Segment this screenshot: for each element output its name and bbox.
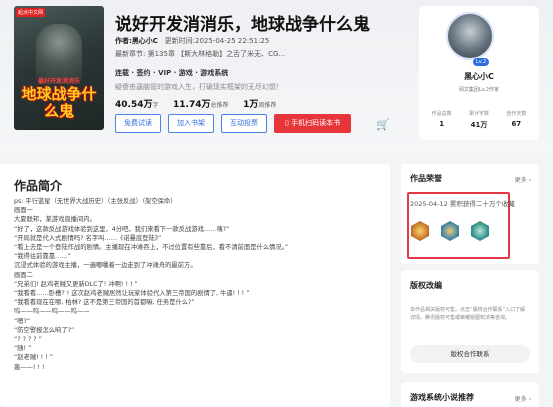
honor-medals <box>411 221 489 241</box>
medal-icon[interactable] <box>471 221 489 241</box>
honor-panel: 作品荣誉 更多 › 2025-04-12 累积获得二十万个收藏 <box>401 164 539 264</box>
recommend-title: 游戏系统小说推荐 <box>410 393 474 402</box>
book-tagline: 疑傻丧逼脑管的游戏入生，打破现实框架的无尽幻想！ <box>115 83 283 91</box>
author-link[interactable]: 黑心小C <box>132 37 158 45</box>
author-line: 作者:黑心小C 更新时间:2025-04-25 22:51:25 <box>115 36 269 46</box>
total-recommend: 11.74万 <box>173 100 211 110</box>
intro-line: “开局就是代入式剧情吗? 名字叫……《诺曼底登陆》” <box>14 234 162 242</box>
cover-subtitle: 最好开发消消乐 <box>37 78 80 85</box>
intro-line: “好了，这款反战游戏体验到这里，4分吧。我们来看下一款反战游戏……咦?” <box>14 225 230 233</box>
intro-line: ps: 平行蓝星（无世界大战历史）（主张反战）（架空保命） <box>14 198 177 205</box>
phone-read-button[interactable]: ▯ 手机扫码读本书 <box>274 114 352 133</box>
author-role: 阅文集团Lv.2作家 <box>458 87 500 93</box>
author-label: 作者: <box>115 37 132 45</box>
word-count: 40.54万 <box>115 100 153 110</box>
author-stat-days: 创作天数 67 <box>506 111 527 128</box>
intro-text: ps: 平行蓝星（无世界大战历史）（主张反战）（架空保命） 画面一 大夏联邦，某游戏… <box>14 197 288 372</box>
intro-line: 轰——! ! ! <box>14 363 45 371</box>
author-card: Lv.2 黑心小C 阅文集团Lv.2作家 作品总数 1 累计字数 41万 创作天数 6… <box>419 6 539 140</box>
free-read-button[interactable]: 免费试读 <box>115 114 161 133</box>
intro-line: “防空警报怎么响了?” <box>14 326 75 334</box>
intro-panel: 作品简介 ps: 平行蓝星（无世界大战历史）（主张反战）（架空保命） 画面一 大夏联… <box>0 164 390 407</box>
intro-line: “我看看现在在哪, 柏林? 这不是第三帝国的首都嘛, 任务是什么?” <box>14 299 195 307</box>
rights-desc: 本作品相关版权可售。点击“版权合作联系”入口了解详情。腾讯版权可售或荣耀版图权法… <box>410 307 526 321</box>
book-cover[interactable]: 起点中文网 最好开发消消乐 地球战争什么鬼 <box>14 6 104 130</box>
intro-line: 画面一 <box>14 207 33 215</box>
rights-contact-button[interactable]: 版权合作联系 <box>410 345 530 363</box>
intro-line: 画面二 <box>14 271 33 279</box>
honor-date-line: 2025-04-12 累积获得二十万个收藏 <box>410 200 515 208</box>
honor-more-link[interactable]: 更多 › <box>515 175 531 184</box>
latest-chapter-link[interactable]: 最新章节: 第135章 【斯大林格勒】之舌了米无、CG... <box>115 49 285 59</box>
medal-icon[interactable] <box>441 221 459 241</box>
honor-title: 作品荣誉 <box>410 174 442 183</box>
level-badge: Lv.2 <box>473 58 490 66</box>
intro-line: “我看看……卧槽? ! 这次赵鸡老贼居然让玩家体验代入第三帝国的剧情了, 牛逼!… <box>14 290 250 298</box>
intro-line: 呜——呜——呜——呜—— <box>14 308 90 316</box>
book-stats: 40.54万字 11.74万总推荐 1万周推荐 <box>115 100 277 110</box>
recommend-panel: 游戏系统小说推荐 更多 › <box>401 382 539 407</box>
intro-line: 沉浸式体验的游戏主播，一遍嘟囔着一边走到了冲滩舟的最前方。 <box>14 262 197 270</box>
book-header: 起点中文网 最好开发消消乐 地球战争什么鬼 说好开发消消乐，地球战争什么鬼 作者… <box>0 0 553 158</box>
cover-title: 地球战争什么鬼 <box>21 85 97 120</box>
intro-line: “兄弟们! 赵鸡老贼又更新DLC了! 冲啊! ! ! ” <box>14 280 138 288</box>
intro-line: 大夏联邦，某游戏直播间内。 <box>14 216 96 224</box>
intro-heading: 作品简介 <box>14 179 63 193</box>
add-shelf-button[interactable]: 加入书架 <box>168 114 214 133</box>
cover-soldier-image <box>36 24 82 84</box>
rights-title: 版权改编 <box>410 281 442 290</box>
intro-line: “我得往前靠靠……” <box>14 253 71 261</box>
update-time: 更新时间:2025-04-25 22:51:25 <box>164 37 270 45</box>
cart-icon[interactable]: 🛒 <box>376 118 390 131</box>
intro-line: “随! ” <box>14 345 32 353</box>
intro-line: “? ? ? ? ” <box>14 336 42 344</box>
vote-button[interactable]: 互动投票 <box>221 114 267 133</box>
author-stats: 作品总数 1 累计字数 41万 创作天数 67 <box>423 110 535 130</box>
author-stat-works: 作品总数 1 <box>431 111 452 128</box>
intro-line: “看上去是一个登陆作战的剧情。主播现在冲滩吞上，不过位置有些靠后，看不清前面是什… <box>14 244 289 252</box>
book-tags: 连载 · 签约 · VIP · 游戏 · 游戏系统 <box>115 69 229 77</box>
intro-line: “嗯?” <box>14 317 31 325</box>
rights-panel: 版权改编 本作品相关版权可售。点击“版权合作联系”入口了解详情。腾讯版权可售或荣… <box>401 270 539 373</box>
author-name[interactable]: 黑心小C <box>419 71 539 82</box>
cover-tag: 起点中文网 <box>16 8 46 17</box>
action-buttons: 免费试读 加入书架 互动投票 ▯ 手机扫码读本书 <box>115 114 352 133</box>
avatar[interactable] <box>446 12 494 60</box>
intro-line: “赵老贼! ! ! ” <box>14 354 53 362</box>
weekly-recommend: 1万 <box>243 100 259 110</box>
medal-icon[interactable] <box>411 221 429 241</box>
book-title: 说好开发消消乐，地球战争什么鬼 <box>115 15 370 35</box>
recommend-more-link[interactable]: 更多 › <box>515 394 531 403</box>
author-stat-words: 累计字数 41万 <box>468 111 489 129</box>
